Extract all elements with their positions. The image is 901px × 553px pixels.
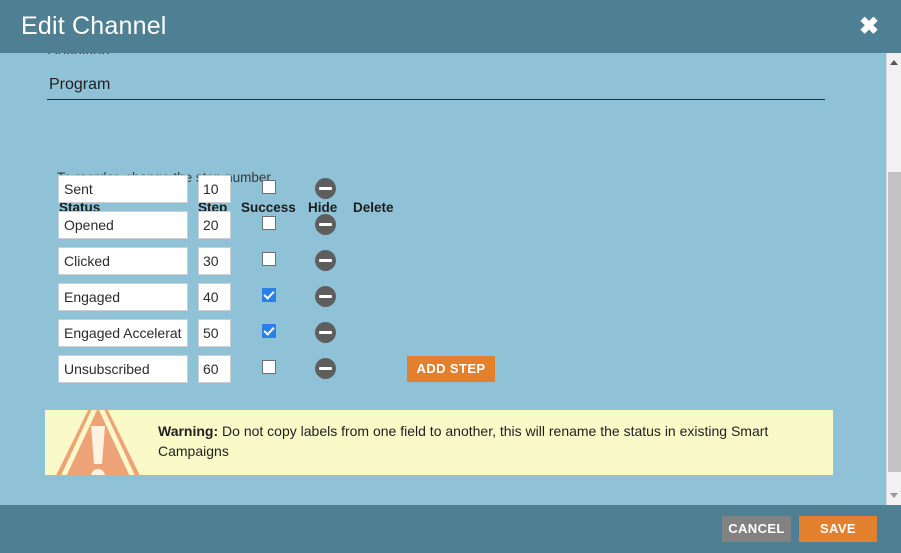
step-input[interactable] — [198, 247, 231, 275]
warning-triangle-icon — [45, 410, 151, 475]
remove-circle-icon[interactable] — [315, 178, 336, 199]
remove-circle-icon[interactable] — [315, 250, 336, 271]
table-row — [0, 283, 886, 313]
warning-body: Do not copy labels from one field to ano… — [158, 423, 769, 459]
dialog-titlebar: Edit Channel ✖ — [0, 0, 901, 53]
step-input[interactable] — [198, 175, 231, 203]
success-checkbox[interactable] — [262, 252, 276, 266]
table-row — [0, 211, 886, 241]
table-row — [0, 175, 886, 205]
status-input[interactable] — [58, 319, 188, 347]
save-button[interactable]: SAVE — [799, 516, 877, 542]
success-checkbox[interactable] — [262, 216, 276, 230]
step-input[interactable] — [198, 355, 231, 383]
dialog-title: Edit Channel — [21, 12, 167, 40]
step-input[interactable] — [198, 283, 231, 311]
vertical-scrollbar[interactable] — [886, 53, 901, 505]
scroll-down-arrow-icon[interactable] — [887, 488, 901, 503]
status-input[interactable] — [58, 247, 188, 275]
status-input[interactable] — [58, 211, 188, 239]
step-input[interactable] — [198, 211, 231, 239]
table-row — [0, 319, 886, 349]
step-input[interactable] — [198, 319, 231, 347]
success-checkbox[interactable] — [262, 324, 276, 338]
warning-label: Warning: — [158, 423, 219, 439]
status-input[interactable] — [58, 283, 188, 311]
remove-circle-icon[interactable] — [315, 214, 336, 235]
program-name-input[interactable] — [47, 72, 825, 100]
warning-banner: Warning: Do not copy labels from one fie… — [45, 410, 833, 475]
success-checkbox[interactable] — [262, 180, 276, 194]
close-icon[interactable]: ✖ — [856, 14, 882, 40]
remove-circle-icon[interactable] — [315, 286, 336, 307]
dialog-body: Definition To reorder, change the step n… — [0, 53, 886, 505]
scrollbar-thumb[interactable] — [888, 172, 901, 472]
status-input[interactable] — [58, 355, 188, 383]
warning-message: Warning: Do not copy labels from one fie… — [158, 421, 811, 461]
success-checkbox[interactable] — [262, 288, 276, 302]
table-row — [0, 247, 886, 277]
remove-circle-icon[interactable] — [315, 322, 336, 343]
success-checkbox[interactable] — [262, 360, 276, 374]
cut-off-field-label: Definition — [47, 53, 110, 54]
scroll-up-arrow-icon[interactable] — [887, 55, 901, 70]
edit-channel-dialog: Edit Channel ✖ Definition To reorder, ch… — [0, 0, 901, 553]
remove-circle-icon[interactable] — [315, 358, 336, 379]
dialog-footer: CANCEL SAVE — [0, 505, 901, 553]
status-input[interactable] — [58, 175, 188, 203]
add-step-button[interactable]: ADD STEP — [407, 356, 495, 382]
cancel-button[interactable]: CANCEL — [722, 516, 791, 542]
